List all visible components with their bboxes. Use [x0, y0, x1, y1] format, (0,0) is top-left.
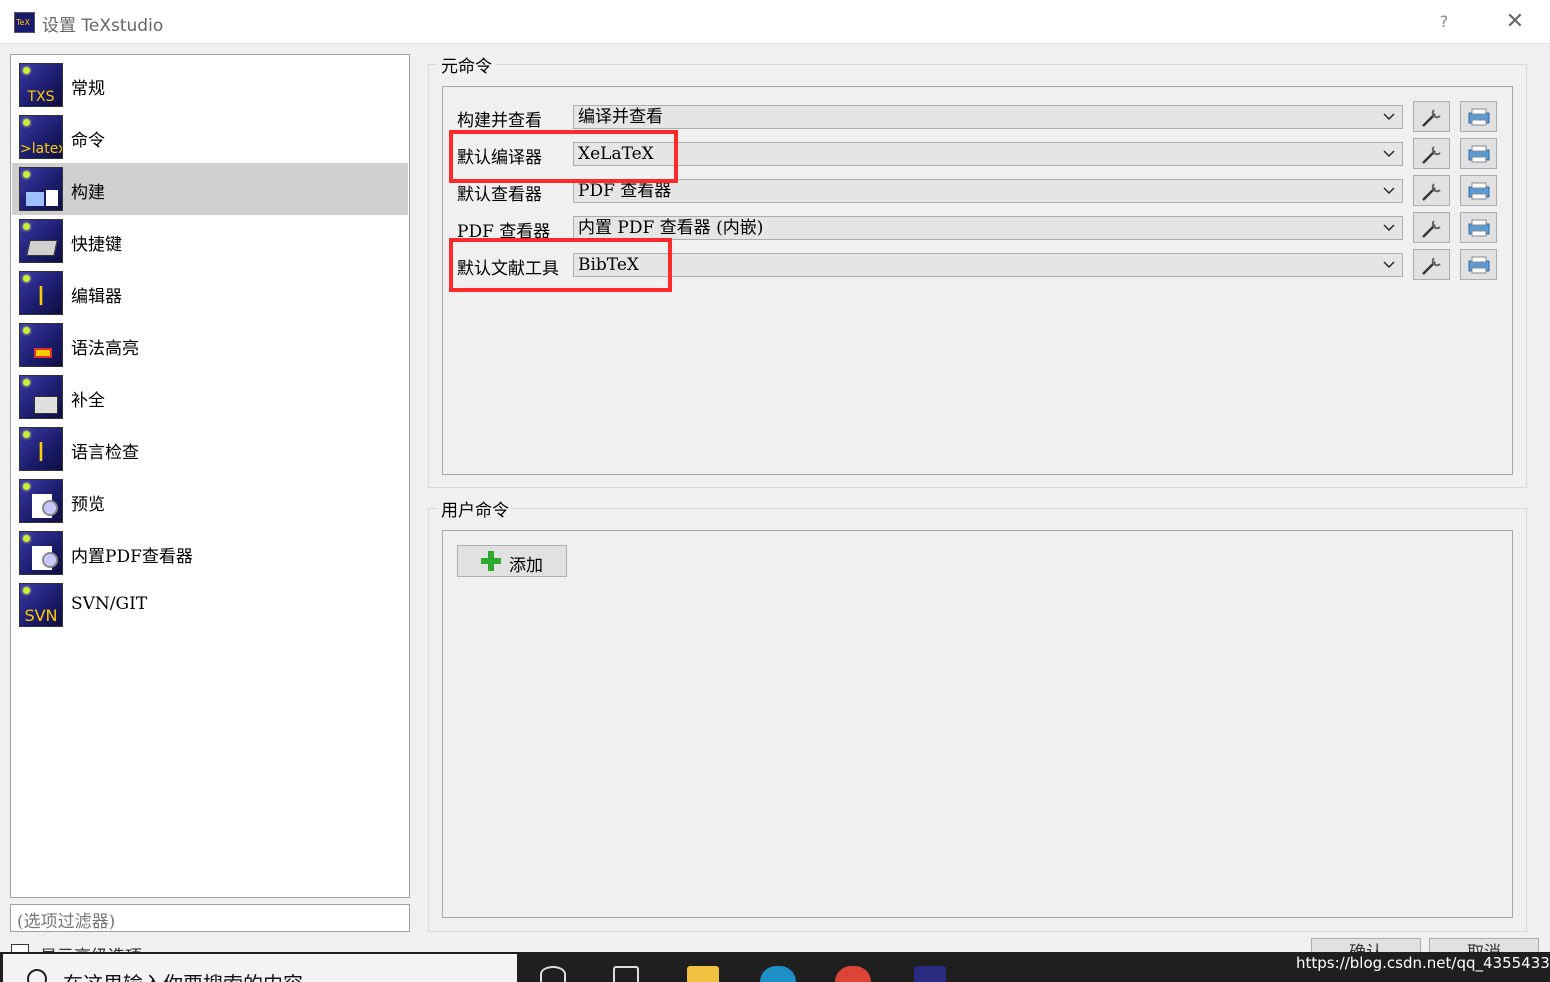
chrome-icon[interactable] [835, 966, 871, 982]
default-bibliography-tool-default-button[interactable] [1460, 249, 1497, 280]
file-explorer-icon[interactable] [687, 966, 719, 982]
texstudio-app-icon [14, 12, 35, 33]
sidebar-item-label: 构建 [71, 183, 105, 203]
highlight-default-compiler [449, 130, 678, 183]
default-viewer-select[interactable]: PDF 查看器 [573, 179, 1403, 203]
edge-icon[interactable] [760, 966, 796, 982]
highlight-default-bibliography-tool [449, 238, 672, 292]
default-compiler-config-button[interactable] [1413, 138, 1450, 169]
user-commands-panel [442, 530, 1513, 918]
keyboard-icon [19, 219, 63, 263]
add-button-label: 添加 [509, 556, 543, 576]
task-view-icon[interactable] [613, 966, 639, 982]
watermark-url: https://blog.csdn.net/qq_43554335 [1296, 954, 1550, 972]
printer-icon [1468, 145, 1490, 163]
build-and-view-default-button[interactable] [1460, 101, 1497, 132]
build-and-view-select[interactable]: 编译并查看 [573, 105, 1403, 129]
default-bibliography-tool-select[interactable]: BibTeX [573, 253, 1403, 277]
build-and-view-config-button[interactable] [1413, 101, 1450, 132]
txs-icon: TXS [19, 63, 63, 107]
wrench-icon [1422, 257, 1441, 275]
user-commands-title: 用户命令 [437, 496, 513, 521]
sidebar-item-label: 补全 [71, 391, 105, 411]
add-user-command-button[interactable]: 添加 [457, 545, 567, 577]
plus-icon [481, 551, 501, 571]
sidebar-item-shortcuts[interactable]: 快捷键 [12, 215, 408, 267]
chevron-down-icon [1383, 113, 1395, 120]
sidebar-item-pdf-viewer[interactable]: 内置PDF查看器 [12, 527, 408, 579]
pdf-viewer-icon [19, 531, 63, 575]
sidebar-item-preview[interactable]: 预览 [12, 475, 408, 527]
printer-icon [1468, 256, 1490, 274]
default-compiler-select[interactable]: XeLaTeX [573, 142, 1403, 166]
sidebar-item-label: 命令 [71, 131, 105, 151]
default-compiler-default-button[interactable] [1460, 138, 1497, 169]
wrench-icon [1422, 146, 1441, 164]
taskbar-search-box[interactable]: 在这里输入你要搜索的内容 [3, 954, 517, 982]
printer-icon [1468, 108, 1490, 126]
default-viewer-config-button[interactable] [1413, 175, 1450, 206]
help-button[interactable]: ? [1430, 8, 1458, 36]
sidebar-item-label: 内置PDF查看器 [71, 547, 193, 567]
sidebar-item-general[interactable]: TXS 常规 [12, 59, 408, 111]
sidebar-item-label: 语法高亮 [71, 339, 139, 359]
sidebar-item-label: 编辑器 [71, 287, 122, 307]
close-button[interactable]: ✕ [1500, 8, 1530, 36]
build-and-view-label: 构建并查看 [457, 111, 542, 131]
texstudio-taskbar-icon[interactable] [914, 966, 946, 982]
default-bibliography-tool-config-button[interactable] [1413, 249, 1450, 280]
build-icon [19, 167, 63, 211]
option-filter-input[interactable]: (选项过滤器) [10, 904, 410, 932]
default-viewer-default-button[interactable] [1460, 175, 1497, 206]
sidebar-item-language-check[interactable]: I 语言检查 [12, 423, 408, 475]
sidebar-item-editor[interactable]: I 编辑器 [12, 267, 408, 319]
syntax-highlight-icon [19, 323, 63, 367]
search-icon [27, 969, 47, 982]
pdf-viewer-select[interactable]: 内置 PDF 查看器 (内嵌) [573, 216, 1403, 240]
chevron-down-icon [1383, 187, 1395, 194]
sidebar-item-completion[interactable]: 补全 [12, 371, 408, 423]
sidebar-item-label: 快捷键 [71, 235, 122, 255]
window-title: 设置 TeXstudio [42, 16, 164, 36]
chevron-down-icon [1383, 150, 1395, 157]
default-viewer-label: 默认查看器 [457, 185, 542, 205]
preview-icon [19, 479, 63, 523]
latex-icon: >latex [19, 115, 63, 159]
pdf-viewer-config-button[interactable] [1413, 212, 1450, 243]
taskbar-search-placeholder: 在这里输入你要搜索的内容 [63, 968, 303, 982]
sidebar-item-label: SVN/GIT [71, 594, 148, 614]
sidebar-item-commands[interactable]: >latex 命令 [12, 111, 408, 163]
svn-icon: SVN [19, 583, 63, 627]
sidebar-item-label: 常规 [71, 79, 105, 99]
wrench-icon [1422, 183, 1441, 201]
sidebar-item-label: 预览 [71, 495, 105, 515]
sidebar-item-label: 语言检查 [71, 443, 139, 463]
printer-icon [1468, 182, 1490, 200]
settings-category-list: TXS 常规 >latex 命令 构建 快捷键 I 编辑器 语法高亮 补全 I [10, 54, 410, 898]
editor-icon: I [19, 271, 63, 315]
cortana-icon[interactable] [540, 966, 566, 982]
language-check-icon: I [19, 427, 63, 471]
chevron-down-icon [1383, 261, 1395, 268]
wrench-icon [1422, 109, 1441, 127]
pdf-viewer-default-button[interactable] [1460, 212, 1497, 243]
title-bar: 设置 TeXstudio ? ✕ [0, 0, 1550, 44]
completion-icon [19, 375, 63, 419]
printer-icon [1468, 219, 1490, 237]
sidebar-item-build[interactable]: 构建 [12, 163, 408, 215]
sidebar-item-syntax-highlight[interactable]: 语法高亮 [12, 319, 408, 371]
sidebar-item-svn-git[interactable]: SVN SVN/GIT [12, 579, 408, 631]
chevron-down-icon [1383, 224, 1395, 231]
wrench-icon [1422, 220, 1441, 238]
meta-commands-title: 元命令 [437, 52, 496, 77]
